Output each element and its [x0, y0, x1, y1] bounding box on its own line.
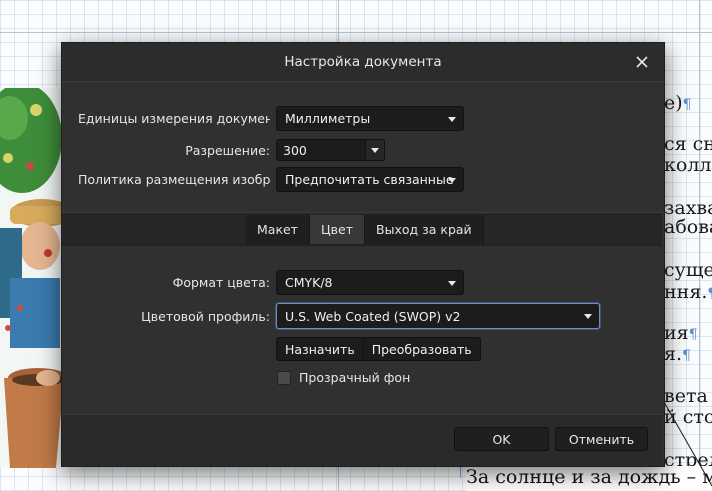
- resolution-label: Разрешение:: [185, 142, 270, 158]
- document-text-line: е)¶: [664, 92, 692, 114]
- dialog-footer: OK Отменить: [62, 414, 662, 466]
- transparent-background-label: Прозрачный фон: [299, 370, 411, 385]
- chevron-down-icon: [584, 314, 592, 319]
- color-profile-row: Цветовой профиль: U.S. Web Coated (SWOP)…: [78, 303, 600, 329]
- tab-color[interactable]: Цвет: [309, 215, 366, 244]
- units-label: Единицы измерения докумен: [78, 111, 270, 126]
- document-text-line: ння.¶: [664, 281, 712, 303]
- resolution-input[interactable]: 300: [276, 139, 366, 161]
- resolution-row: Разрешение: 300: [78, 139, 385, 161]
- color-profile-label: Цветовой профиль:: [141, 308, 270, 324]
- color-profile-value: U.S. Web Coated (SWOP) v2: [285, 308, 461, 324]
- color-format-label: Формат цвета:: [172, 275, 270, 290]
- units-row: Единицы измерения докумен Миллиметры: [78, 106, 464, 131]
- units-value: Миллиметры: [285, 111, 371, 126]
- document-text-line: колле: [664, 154, 712, 176]
- dialog-title: Настройка документа: [284, 54, 442, 70]
- chevron-down-icon: [371, 148, 379, 153]
- convert-button[interactable]: Преобразовать: [363, 337, 481, 361]
- chevron-down-icon: [448, 178, 456, 183]
- resolution-combo[interactable]: 300: [276, 139, 385, 161]
- illustration-image[interactable]: [0, 88, 64, 468]
- assign-button[interactable]: Назначить: [276, 337, 364, 361]
- chevron-down-icon: [448, 117, 456, 122]
- document-text-line: ся сно: [664, 133, 712, 155]
- transparent-background-option[interactable]: Прозрачный фон: [277, 370, 410, 385]
- tab-bar: Макет Цвет Выход за край: [62, 212, 662, 246]
- color-format-value: CMYK/8: [285, 275, 333, 290]
- transparent-background-checkbox[interactable]: [277, 370, 291, 385]
- resolution-dropdown-button[interactable]: [366, 139, 385, 161]
- page-guide-horizontal: [0, 32, 712, 33]
- tab-layout[interactable]: Макет: [246, 215, 310, 244]
- close-icon[interactable]: [631, 51, 653, 73]
- placement-row: Политика размещения изобр Предпочитать с…: [78, 167, 464, 192]
- color-format-select[interactable]: CMYK/8: [276, 270, 464, 295]
- tab-bleed[interactable]: Выход за край: [365, 215, 484, 244]
- color-format-row: Формат цвета: CMYK/8: [78, 270, 464, 295]
- placement-value: Предпочитать связанные: [285, 172, 454, 187]
- placement-select[interactable]: Предпочитать связанные: [276, 167, 464, 192]
- chevron-down-icon: [448, 281, 456, 286]
- color-profile-select[interactable]: U.S. Web Coated (SWOP) v2: [276, 303, 600, 329]
- cancel-button[interactable]: Отменить: [555, 427, 648, 451]
- ok-button[interactable]: OK: [454, 427, 549, 451]
- units-select[interactable]: Миллиметры: [276, 106, 464, 131]
- placement-label: Политика размещения изобр: [78, 172, 270, 187]
- document-text-line: суще: [664, 259, 712, 281]
- profile-action-group: Назначить Преобразовать: [276, 337, 481, 361]
- dialog-titlebar[interactable]: Настройка документа: [62, 43, 664, 82]
- document-text-line: абова: [664, 216, 712, 238]
- document-setup-dialog: Настройка документа Единицы измерения до…: [61, 42, 665, 467]
- document-text-line: ия¶: [664, 322, 698, 344]
